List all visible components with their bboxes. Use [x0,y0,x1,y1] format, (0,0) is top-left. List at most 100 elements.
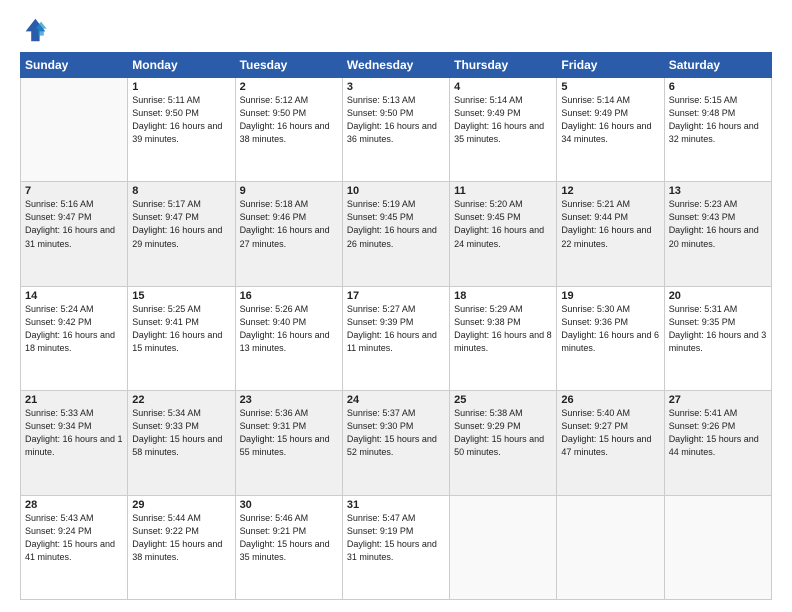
day-number: 14 [25,290,123,302]
calendar-cell: 31Sunrise: 5:47 AM Sunset: 9:19 PM Dayli… [342,495,449,599]
day-info: Sunrise: 5:21 AM Sunset: 9:44 PM Dayligh… [561,198,659,250]
calendar-cell: 24Sunrise: 5:37 AM Sunset: 9:30 PM Dayli… [342,391,449,495]
calendar-cell: 21Sunrise: 5:33 AM Sunset: 9:34 PM Dayli… [21,391,128,495]
day-number: 3 [347,81,445,93]
header [20,16,772,44]
day-number: 22 [132,394,230,406]
day-info: Sunrise: 5:44 AM Sunset: 9:22 PM Dayligh… [132,512,230,564]
calendar-cell [450,495,557,599]
day-info: Sunrise: 5:25 AM Sunset: 9:41 PM Dayligh… [132,303,230,355]
day-number: 7 [25,185,123,197]
day-number: 5 [561,81,659,93]
day-number: 10 [347,185,445,197]
day-info: Sunrise: 5:31 AM Sunset: 9:35 PM Dayligh… [669,303,767,355]
day-header-wednesday: Wednesday [342,53,449,78]
week-row-5: 28Sunrise: 5:43 AM Sunset: 9:24 PM Dayli… [21,495,772,599]
day-info: Sunrise: 5:38 AM Sunset: 9:29 PM Dayligh… [454,407,552,459]
calendar-cell: 30Sunrise: 5:46 AM Sunset: 9:21 PM Dayli… [235,495,342,599]
day-info: Sunrise: 5:20 AM Sunset: 9:45 PM Dayligh… [454,198,552,250]
day-number: 1 [132,81,230,93]
day-number: 17 [347,290,445,302]
day-header-tuesday: Tuesday [235,53,342,78]
day-info: Sunrise: 5:34 AM Sunset: 9:33 PM Dayligh… [132,407,230,459]
day-info: Sunrise: 5:17 AM Sunset: 9:47 PM Dayligh… [132,198,230,250]
calendar-cell [557,495,664,599]
day-info: Sunrise: 5:33 AM Sunset: 9:34 PM Dayligh… [25,407,123,459]
calendar-cell: 9Sunrise: 5:18 AM Sunset: 9:46 PM Daylig… [235,182,342,286]
day-info: Sunrise: 5:24 AM Sunset: 9:42 PM Dayligh… [25,303,123,355]
day-info: Sunrise: 5:26 AM Sunset: 9:40 PM Dayligh… [240,303,338,355]
calendar-cell: 29Sunrise: 5:44 AM Sunset: 9:22 PM Dayli… [128,495,235,599]
day-info: Sunrise: 5:27 AM Sunset: 9:39 PM Dayligh… [347,303,445,355]
day-number: 28 [25,499,123,511]
day-number: 18 [454,290,552,302]
day-number: 6 [669,81,767,93]
calendar-cell: 7Sunrise: 5:16 AM Sunset: 9:47 PM Daylig… [21,182,128,286]
day-info: Sunrise: 5:36 AM Sunset: 9:31 PM Dayligh… [240,407,338,459]
day-info: Sunrise: 5:14 AM Sunset: 9:49 PM Dayligh… [561,94,659,146]
calendar-cell: 20Sunrise: 5:31 AM Sunset: 9:35 PM Dayli… [664,286,771,390]
day-number: 31 [347,499,445,511]
day-number: 11 [454,185,552,197]
day-info: Sunrise: 5:43 AM Sunset: 9:24 PM Dayligh… [25,512,123,564]
calendar-cell: 10Sunrise: 5:19 AM Sunset: 9:45 PM Dayli… [342,182,449,286]
calendar-cell [664,495,771,599]
calendar-cell: 6Sunrise: 5:15 AM Sunset: 9:48 PM Daylig… [664,78,771,182]
calendar-cell: 27Sunrise: 5:41 AM Sunset: 9:26 PM Dayli… [664,391,771,495]
day-number: 13 [669,185,767,197]
calendar-cell: 15Sunrise: 5:25 AM Sunset: 9:41 PM Dayli… [128,286,235,390]
calendar-cell: 23Sunrise: 5:36 AM Sunset: 9:31 PM Dayli… [235,391,342,495]
day-number: 27 [669,394,767,406]
day-info: Sunrise: 5:41 AM Sunset: 9:26 PM Dayligh… [669,407,767,459]
day-number: 23 [240,394,338,406]
day-number: 12 [561,185,659,197]
calendar-cell [21,78,128,182]
day-info: Sunrise: 5:47 AM Sunset: 9:19 PM Dayligh… [347,512,445,564]
week-row-3: 14Sunrise: 5:24 AM Sunset: 9:42 PM Dayli… [21,286,772,390]
day-info: Sunrise: 5:11 AM Sunset: 9:50 PM Dayligh… [132,94,230,146]
week-row-4: 21Sunrise: 5:33 AM Sunset: 9:34 PM Dayli… [21,391,772,495]
calendar-cell: 28Sunrise: 5:43 AM Sunset: 9:24 PM Dayli… [21,495,128,599]
calendar-cell: 26Sunrise: 5:40 AM Sunset: 9:27 PM Dayli… [557,391,664,495]
day-number: 2 [240,81,338,93]
day-number: 15 [132,290,230,302]
day-header-saturday: Saturday [664,53,771,78]
calendar-cell: 12Sunrise: 5:21 AM Sunset: 9:44 PM Dayli… [557,182,664,286]
calendar-cell: 8Sunrise: 5:17 AM Sunset: 9:47 PM Daylig… [128,182,235,286]
week-row-1: 1Sunrise: 5:11 AM Sunset: 9:50 PM Daylig… [21,78,772,182]
calendar-cell: 19Sunrise: 5:30 AM Sunset: 9:36 PM Dayli… [557,286,664,390]
calendar-cell: 11Sunrise: 5:20 AM Sunset: 9:45 PM Dayli… [450,182,557,286]
day-info: Sunrise: 5:30 AM Sunset: 9:36 PM Dayligh… [561,303,659,355]
day-info: Sunrise: 5:19 AM Sunset: 9:45 PM Dayligh… [347,198,445,250]
week-row-2: 7Sunrise: 5:16 AM Sunset: 9:47 PM Daylig… [21,182,772,286]
day-number: 19 [561,290,659,302]
day-info: Sunrise: 5:13 AM Sunset: 9:50 PM Dayligh… [347,94,445,146]
header-row: SundayMondayTuesdayWednesdayThursdayFrid… [21,53,772,78]
day-number: 21 [25,394,123,406]
day-info: Sunrise: 5:23 AM Sunset: 9:43 PM Dayligh… [669,198,767,250]
calendar-cell: 22Sunrise: 5:34 AM Sunset: 9:33 PM Dayli… [128,391,235,495]
logo-icon [20,16,48,44]
day-number: 9 [240,185,338,197]
calendar-cell: 4Sunrise: 5:14 AM Sunset: 9:49 PM Daylig… [450,78,557,182]
day-number: 26 [561,394,659,406]
day-info: Sunrise: 5:37 AM Sunset: 9:30 PM Dayligh… [347,407,445,459]
calendar-cell: 17Sunrise: 5:27 AM Sunset: 9:39 PM Dayli… [342,286,449,390]
day-number: 30 [240,499,338,511]
day-info: Sunrise: 5:18 AM Sunset: 9:46 PM Dayligh… [240,198,338,250]
day-info: Sunrise: 5:29 AM Sunset: 9:38 PM Dayligh… [454,303,552,355]
day-info: Sunrise: 5:14 AM Sunset: 9:49 PM Dayligh… [454,94,552,146]
calendar-table: SundayMondayTuesdayWednesdayThursdayFrid… [20,52,772,600]
calendar-cell: 25Sunrise: 5:38 AM Sunset: 9:29 PM Dayli… [450,391,557,495]
calendar-cell: 3Sunrise: 5:13 AM Sunset: 9:50 PM Daylig… [342,78,449,182]
day-header-sunday: Sunday [21,53,128,78]
day-header-monday: Monday [128,53,235,78]
calendar-cell: 5Sunrise: 5:14 AM Sunset: 9:49 PM Daylig… [557,78,664,182]
day-header-friday: Friday [557,53,664,78]
calendar-cell: 2Sunrise: 5:12 AM Sunset: 9:50 PM Daylig… [235,78,342,182]
day-number: 29 [132,499,230,511]
day-info: Sunrise: 5:40 AM Sunset: 9:27 PM Dayligh… [561,407,659,459]
day-number: 8 [132,185,230,197]
day-number: 4 [454,81,552,93]
day-info: Sunrise: 5:15 AM Sunset: 9:48 PM Dayligh… [669,94,767,146]
